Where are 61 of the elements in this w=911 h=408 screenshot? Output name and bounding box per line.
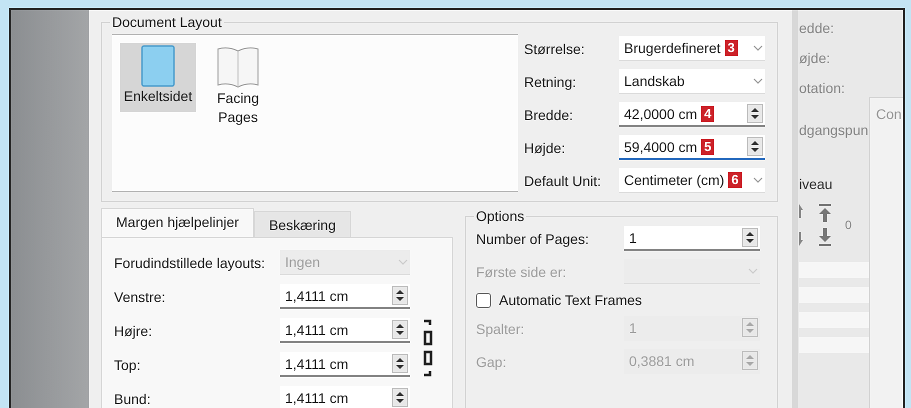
field-label: Retning: (524, 74, 576, 90)
spin-arrows-icon[interactable] (747, 137, 763, 156)
spin-field[interactable]: 1 (624, 226, 760, 251)
checkbox-label: Automatic Text Frames (499, 292, 642, 308)
input-field (799, 262, 869, 278)
field-label: Spalter: (476, 320, 524, 336)
group-title: Document Layout (111, 14, 223, 30)
input-field (799, 287, 869, 303)
field-label: Bund: (114, 390, 151, 406)
tab[interactable]: Margen hjælpelinjer (101, 208, 254, 237)
layout-option[interactable]: Facing Pages (200, 43, 276, 133)
field-label: otation: (799, 80, 845, 96)
spin-arrows-icon[interactable] (392, 388, 408, 407)
number-badge: 3 (724, 40, 738, 56)
caret-icon (753, 45, 763, 51)
spin-field[interactable]: 1,4111 cm (280, 386, 410, 408)
spin-field[interactable]: 1,4111 cm (280, 284, 410, 309)
layout-option[interactable]: Enkeltsidet (120, 43, 196, 112)
caret-icon (748, 268, 758, 274)
spin-arrows-icon[interactable] (747, 104, 763, 123)
spin-arrows-icon[interactable] (392, 354, 408, 373)
spin-arrows-icon[interactable] (392, 320, 408, 339)
chain-link-icon[interactable] (422, 318, 434, 376)
group-title: Options (475, 208, 526, 224)
caret-icon (398, 259, 408, 265)
field-label: øjde: (799, 50, 830, 66)
number-badge: 6 (728, 172, 742, 188)
input-field (799, 337, 869, 353)
field-label: Top: (114, 356, 140, 372)
field-label: Default Unit: (524, 172, 602, 188)
spin-field[interactable]: 1,4111 cm (280, 318, 410, 343)
caret-icon (753, 78, 763, 84)
field-label: Gap: (476, 354, 506, 370)
field-label: Bredde: (524, 106, 574, 122)
value-text: 0 (845, 218, 852, 232)
spin-field[interactable]: 1,4111 cm (280, 352, 410, 377)
single-page-icon (141, 45, 175, 87)
field-label: dgangspun (799, 122, 868, 138)
spin-field[interactable]: 42,0000 cm 4 (619, 102, 765, 127)
tab[interactable]: Beskæring (254, 211, 351, 237)
dropdown[interactable]: Centimeter (cm) 6 (619, 168, 765, 193)
section-title: iveau (799, 176, 832, 192)
number-badge: 5 (701, 138, 714, 154)
field-label: Første side er: (476, 264, 566, 280)
spin-arrows-icon[interactable] (392, 286, 408, 305)
spin-arrows-icon[interactable] (742, 228, 758, 247)
field-label: Højde: (524, 140, 566, 156)
checkbox[interactable] (476, 292, 491, 308)
dropdown[interactable]: Landskab (619, 69, 765, 94)
caret-icon (753, 177, 763, 183)
field-label: edde: (799, 20, 834, 36)
field-label: Forudindstillede layouts: (114, 254, 265, 270)
field-label: Højre: (114, 322, 152, 338)
field-label: Størrelse: (524, 40, 585, 56)
field-label: Venstre: (114, 288, 166, 304)
spin-field[interactable]: 59,4000 cm 5 (619, 135, 765, 160)
dropdown[interactable]: Brugerdefineret 3 (619, 36, 765, 61)
input-field (799, 312, 869, 328)
number-badge: 4 (701, 106, 714, 122)
field-label: Number of Pages: (476, 230, 589, 246)
open-book-icon (217, 45, 259, 89)
